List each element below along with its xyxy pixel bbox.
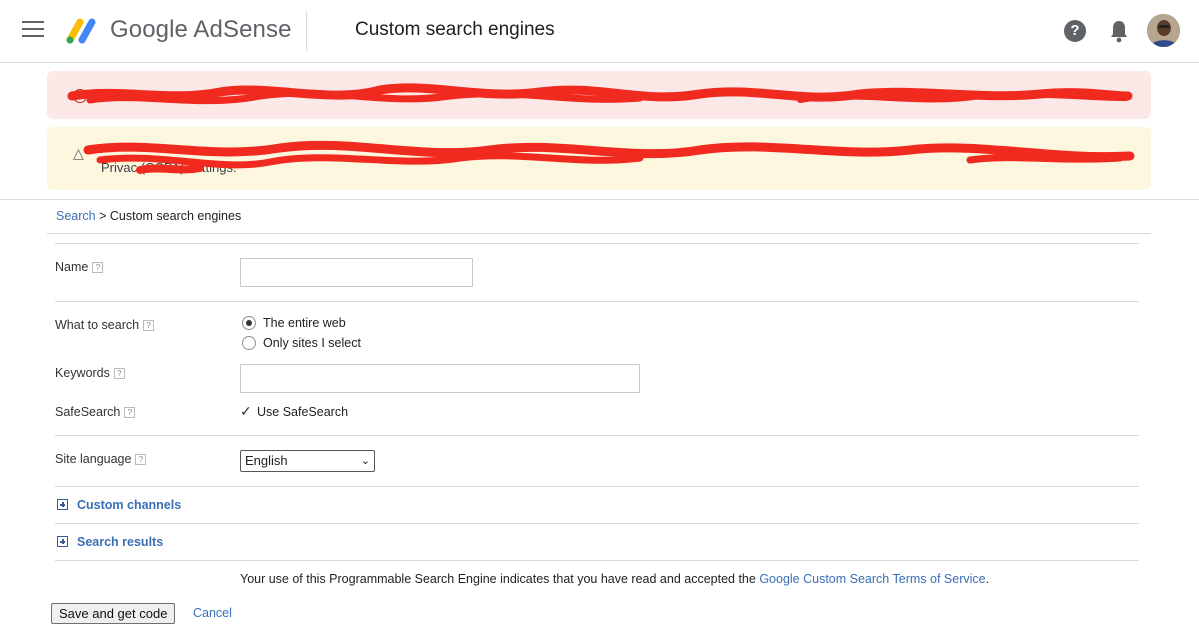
divider xyxy=(55,243,1139,244)
divider xyxy=(55,560,1139,561)
site-language-select[interactable]: English ⌄ xyxy=(240,450,375,472)
safesearch-help-icon[interactable]: ? xyxy=(124,407,136,418)
error-banner xyxy=(47,71,1151,119)
divider xyxy=(55,435,1139,436)
menu-icon[interactable] xyxy=(22,21,44,39)
site-language-help-icon[interactable]: ? xyxy=(135,454,147,465)
divider xyxy=(55,486,1139,487)
top-app-bar: Google AdSense Custom search engines ? xyxy=(0,0,1199,63)
divider xyxy=(55,523,1139,524)
safesearch-label: SafeSearch? xyxy=(55,405,136,419)
breadcrumb-search-link[interactable]: Search xyxy=(56,209,96,223)
keywords-label: Keywords? xyxy=(55,366,125,380)
notifications-bell-icon[interactable] xyxy=(1107,18,1131,44)
help-icon[interactable]: ? xyxy=(1064,20,1086,42)
name-label: Name? xyxy=(55,260,104,274)
warning-banner: △ Privac (CCPA) settings. xyxy=(47,127,1151,190)
what-to-search-label: What to search? xyxy=(55,318,155,332)
search-results-expander[interactable]: Search results xyxy=(57,535,163,549)
divider xyxy=(55,301,1139,302)
terms-of-service-link[interactable]: Google Custom Search Terms of Service xyxy=(759,572,985,586)
safesearch-checkbox-label: Use SafeSearch xyxy=(257,405,349,419)
breadcrumb: Search > Custom search engines xyxy=(56,209,241,223)
expand-plus-icon xyxy=(57,499,68,510)
radio-only-sites[interactable] xyxy=(242,336,256,350)
breadcrumb-current: Custom search engines xyxy=(109,209,242,223)
warning-triangle-icon: △ xyxy=(73,145,84,161)
custom-channels-expander[interactable]: Custom channels xyxy=(57,498,181,512)
what-to-search-help-icon[interactable]: ? xyxy=(143,320,155,331)
radio-entire-web-label: The entire web xyxy=(263,316,346,330)
section-divider xyxy=(0,199,1199,200)
safesearch-checkbox[interactable]: ✓ xyxy=(240,404,253,418)
error-icon xyxy=(73,89,87,103)
name-input[interactable] xyxy=(240,258,473,287)
breadcrumb-separator: > xyxy=(99,209,107,223)
warning-banner-text: Privac (CCPA) settings. xyxy=(101,160,237,175)
radio-entire-web[interactable] xyxy=(242,316,256,330)
user-avatar[interactable] xyxy=(1147,14,1180,47)
adsense-logo xyxy=(66,18,96,44)
save-and-get-code-button[interactable]: Save and get code xyxy=(51,603,176,624)
name-help-icon[interactable]: ? xyxy=(92,262,104,273)
terms-notice: Your use of this Programmable Search Eng… xyxy=(240,572,990,586)
site-language-value: English xyxy=(245,453,288,468)
radio-only-sites-label: Only sites I select xyxy=(263,336,361,350)
site-language-label: Site language? xyxy=(55,452,147,466)
page-title: Custom search engines xyxy=(355,19,555,40)
keywords-help-icon[interactable]: ? xyxy=(113,368,125,379)
header-divider xyxy=(306,11,307,51)
keywords-input[interactable] xyxy=(240,364,640,393)
cancel-link[interactable]: Cancel xyxy=(193,606,232,620)
divider xyxy=(47,233,1151,234)
brand-name: Google AdSense xyxy=(110,16,292,43)
chevron-down-icon: ⌄ xyxy=(360,455,370,467)
expand-plus-icon xyxy=(57,536,68,547)
